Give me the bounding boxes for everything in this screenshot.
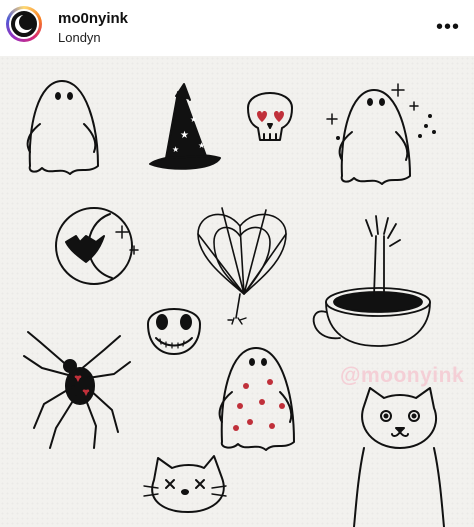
more-dots-icon[interactable]: ••• bbox=[436, 16, 460, 39]
svg-text:★: ★ bbox=[172, 145, 179, 154]
username[interactable]: mo0nyink bbox=[58, 10, 128, 27]
jack-skellington-icon bbox=[147, 308, 201, 355]
witch-hat-icon: ★ ★ ★ ★ bbox=[149, 83, 221, 170]
avatar[interactable] bbox=[6, 6, 42, 42]
post-header: mo0nyink Londyn ••• bbox=[0, 0, 474, 56]
svg-text:★: ★ bbox=[180, 130, 189, 141]
watermark-text: @moonyink bbox=[340, 364, 465, 387]
heart-ghost-icon bbox=[218, 347, 295, 451]
location-link[interactable]: Londyn bbox=[58, 30, 101, 45]
spider-icon bbox=[23, 331, 131, 449]
cat-icon bbox=[353, 387, 445, 527]
sparkle-ghost-icon bbox=[326, 83, 436, 185]
post-image: ★ ★ ★ ★ @moonyink bbox=[0, 56, 474, 527]
svg-text:★: ★ bbox=[190, 115, 197, 124]
avatar-image bbox=[9, 9, 39, 39]
svg-text:★: ★ bbox=[198, 141, 205, 150]
skeleton-coffee-icon bbox=[312, 215, 431, 347]
ghost-icon bbox=[26, 80, 99, 175]
skull-icon bbox=[247, 92, 293, 141]
hello-kitty-icon bbox=[143, 455, 227, 513]
heart-web-icon bbox=[197, 207, 287, 325]
moon-bat-icon bbox=[55, 207, 139, 285]
